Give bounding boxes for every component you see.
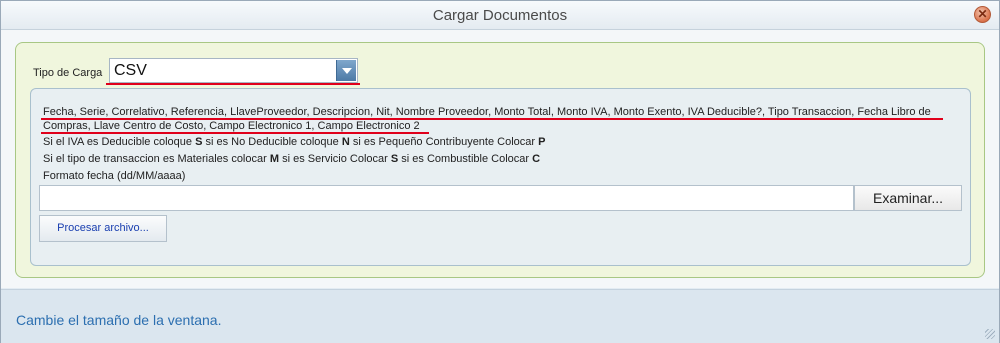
dialog-content: Tipo de Carga CSV Fecha, Serie, Correlat…	[1, 30, 999, 288]
date-format-hint: Formato fecha (dd/MM/aaaa)	[43, 170, 186, 182]
file-path-input[interactable]	[39, 185, 854, 211]
chevron-down-icon[interactable]	[336, 60, 356, 81]
fields-highlight-underline-1	[41, 118, 943, 120]
dialog-window: Cargar Documentos ✕ Tipo de Carga CSV Fe…	[0, 0, 1000, 343]
title-bar[interactable]: Cargar Documentos ✕	[1, 1, 999, 30]
window-title: Cargar Documentos	[432, 7, 568, 24]
select-highlight-underline	[106, 83, 360, 85]
tipo-de-carga-select[interactable]: CSV	[109, 58, 358, 83]
transaction-type-instructions: Si el tipo de transaccion es Materiales …	[43, 153, 541, 165]
footer-bar: Cambie el tamaño de la ventana.	[1, 289, 999, 343]
fields-highlight-underline-2	[41, 132, 429, 134]
close-icon[interactable]: ✕	[974, 6, 991, 23]
tipo-de-carga-value: CSV	[114, 62, 147, 79]
process-file-button[interactable]: Procesar archivo...	[39, 215, 167, 242]
upload-panel: Tipo de Carga CSV Fecha, Serie, Correlat…	[15, 42, 985, 278]
resize-hint: Cambie el tamaño de la ventana.	[16, 312, 222, 328]
tipo-de-carga-label: Tipo de Carga	[33, 67, 103, 79]
iva-instructions: Si el IVA es Deducible coloque S si es N…	[43, 136, 546, 148]
browse-button[interactable]: Examinar...	[854, 185, 962, 211]
instructions-panel: Fecha, Serie, Correlativo, Referencia, L…	[30, 88, 971, 266]
resize-grip-icon[interactable]	[985, 329, 995, 339]
